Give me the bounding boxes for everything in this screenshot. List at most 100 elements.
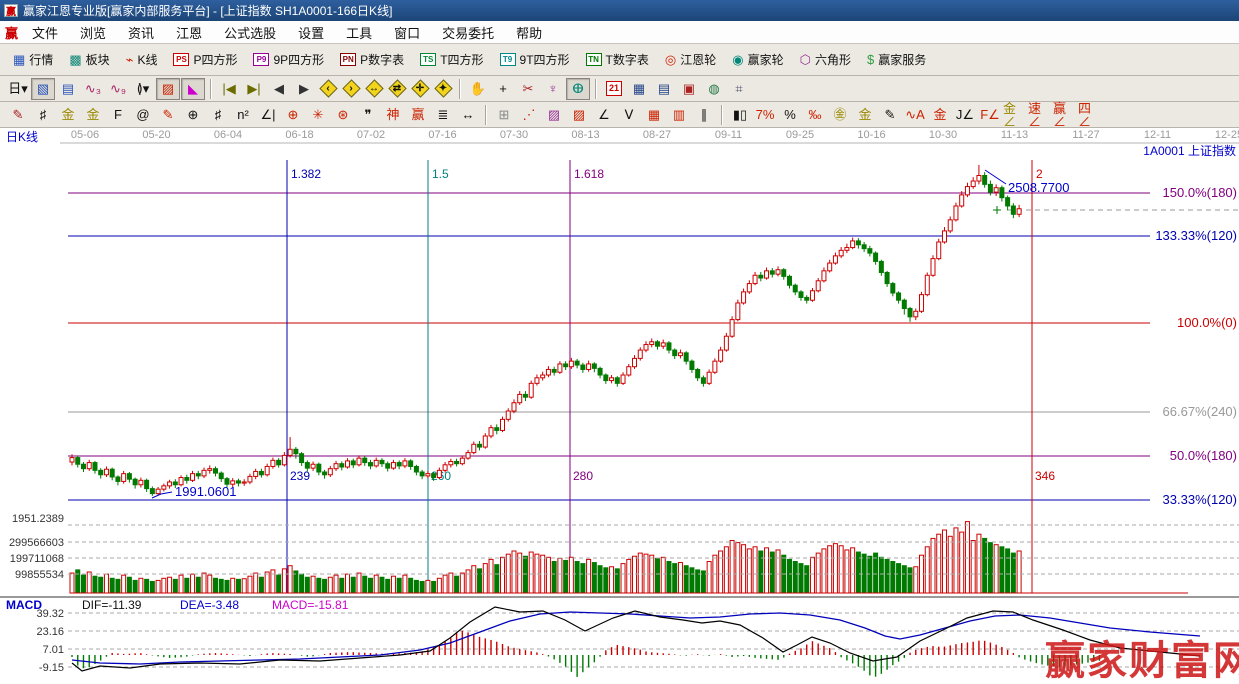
star-ray-tool[interactable]: ✳ bbox=[306, 104, 330, 126]
gold-lines-tool[interactable]: 金 bbox=[853, 104, 877, 126]
pen-red-tool[interactable]: ✎ bbox=[156, 104, 180, 126]
t-digit-table-button[interactable]: TNT数字表 bbox=[579, 48, 656, 71]
n-square-tool[interactable]: n² bbox=[231, 104, 255, 126]
angle-mirror-tool[interactable]: ∠| bbox=[256, 104, 280, 126]
measure-tool[interactable]: ✂ bbox=[516, 78, 540, 100]
h-expand-button[interactable]: ↔ bbox=[363, 78, 385, 100]
angle-lines-tool[interactable]: ∠ bbox=[592, 104, 616, 126]
web-tool[interactable]: ⊛ bbox=[331, 104, 355, 126]
menu-item-7[interactable]: 窗口 bbox=[384, 21, 430, 44]
ying-angle-tool[interactable]: 赢∠ bbox=[1053, 104, 1077, 126]
column-stat-tool[interactable]: ▮▯ bbox=[728, 104, 752, 126]
gold-angle-tool[interactable]: 金∠ bbox=[1003, 104, 1027, 126]
pen-tool[interactable]: ✎ bbox=[6, 104, 30, 126]
net-tool[interactable]: ♆ bbox=[541, 78, 565, 100]
9t-square-button[interactable]: T99T四方形 bbox=[493, 48, 577, 71]
service-button[interactable]: $赢家服务 bbox=[860, 48, 933, 71]
date-tick-label: 10-16 bbox=[857, 129, 885, 141]
price-volume-button[interactable]: ◣ bbox=[181, 78, 205, 100]
fan-tool[interactable]: ⋰ bbox=[517, 104, 541, 126]
menu-item-8[interactable]: 交易委托 bbox=[432, 21, 504, 44]
t-square-button[interactable]: TST四方形 bbox=[413, 48, 490, 71]
period-selector[interactable]: 日▾ bbox=[6, 78, 30, 100]
seven-percent-tool[interactable]: 7% bbox=[753, 104, 777, 126]
wave3-button[interactable]: ∿₃ bbox=[81, 78, 105, 100]
chart-area[interactable]: 05-0605-2006-0406-1807-0207-1607-3008-13… bbox=[0, 128, 1239, 684]
notes-button[interactable]: ▤ bbox=[652, 78, 676, 100]
shen-tool[interactable]: 神 bbox=[381, 104, 405, 126]
ying-tool[interactable]: 赢 bbox=[406, 104, 430, 126]
9p-square-button[interactable]: P99P四方形 bbox=[246, 48, 331, 71]
percent-lines-tool[interactable]: ‰ bbox=[803, 104, 827, 126]
ruler-tool[interactable]: ≣ bbox=[431, 104, 455, 126]
menu-item-0[interactable]: 文件 bbox=[22, 21, 68, 44]
crosshair-tool[interactable]: + bbox=[491, 78, 515, 100]
su-angle-tool[interactable]: 速∠ bbox=[1028, 104, 1052, 126]
gold-circle-tool[interactable]: ㊎ bbox=[828, 104, 852, 126]
circle-cross-tool[interactable]: ⊕ bbox=[281, 104, 305, 126]
hexagon-button[interactable]: ⬡六角形 bbox=[793, 48, 858, 71]
quotes-button[interactable]: ▦行情 bbox=[6, 48, 60, 71]
chart-layout-button[interactable]: ▧ bbox=[31, 78, 55, 100]
wave9-button[interactable]: ∿₉ bbox=[106, 78, 130, 100]
gann-gold-square-tool[interactable]: 金 bbox=[56, 104, 80, 126]
wave-a-tool[interactable]: ∿A bbox=[903, 104, 927, 126]
calendar-button[interactable]: 21 bbox=[602, 78, 626, 100]
menu-item-4[interactable]: 公式选股 bbox=[214, 21, 286, 44]
f-angle-tool[interactable]: F∠ bbox=[978, 104, 1002, 126]
red-grid-tool[interactable]: ▦ bbox=[642, 104, 666, 126]
sectors-button[interactable]: ▩板块 bbox=[62, 48, 116, 71]
first-bar-button[interactable]: |◀ bbox=[217, 78, 241, 100]
parallel-lines-tool[interactable]: ∥ bbox=[692, 104, 716, 126]
pan-right-button[interactable]: › bbox=[340, 78, 362, 100]
mind-tool[interactable]: ⴲ bbox=[566, 78, 590, 100]
volume-bar bbox=[489, 559, 493, 593]
calculator-button[interactable]: ▦ bbox=[627, 78, 651, 100]
v-compress-button[interactable]: ✦ bbox=[432, 78, 454, 100]
drawing-toolbar: ✎♯金金F@✎⊕♯n²∠|⊕✳⊛❞神赢≣↔⊞⋰▨▨∠Ⅴ▦▥∥▮▯7%%‰㊎金✎∿… bbox=[0, 102, 1239, 128]
candle-style-selector[interactable]: ≬▾ bbox=[131, 78, 155, 100]
kline-chart[interactable]: 05-0605-2006-0406-1807-0207-1607-3008-13… bbox=[0, 128, 1239, 684]
gold-underline-tool[interactable]: 金 bbox=[928, 104, 952, 126]
percent-tool[interactable]: % bbox=[778, 104, 802, 126]
info-button[interactable]: ▤ bbox=[56, 78, 80, 100]
spiral-tool[interactable]: @ bbox=[131, 104, 155, 126]
p-digit-table-button[interactable]: PNP数字表 bbox=[333, 48, 411, 71]
menu-item-2[interactable]: 资讯 bbox=[118, 21, 164, 44]
menu-item-1[interactable]: 浏览 bbox=[70, 21, 116, 44]
menu-item-3[interactable]: 江恩 bbox=[166, 21, 212, 44]
menu-item-5[interactable]: 设置 bbox=[288, 21, 334, 44]
red-grid2-tool[interactable]: ▥ bbox=[667, 104, 691, 126]
h-compress-button[interactable]: ⇄ bbox=[386, 78, 408, 100]
kline-button[interactable]: ⌁K线 bbox=[119, 48, 165, 71]
v-expand-button[interactable]: ✛ bbox=[409, 78, 431, 100]
next-bar-button[interactable]: ▶ bbox=[292, 78, 316, 100]
fan-box-tool[interactable]: ▨ bbox=[542, 104, 566, 126]
gann-gold-square2-tool[interactable]: 金 bbox=[81, 104, 105, 126]
grid-lines-tool[interactable]: ♯ bbox=[31, 104, 55, 126]
box-tool[interactable]: ⊞ bbox=[492, 104, 516, 126]
v-lines-tool[interactable]: Ⅴ bbox=[617, 104, 641, 126]
pen-bars-tool[interactable]: ✎ bbox=[878, 104, 902, 126]
winner-wheel-button[interactable]: ◉赢家轮 bbox=[725, 48, 790, 71]
menu-item-9[interactable]: 帮助 bbox=[506, 21, 552, 44]
network-button[interactable]: ◍ bbox=[702, 78, 726, 100]
hand-tool[interactable]: ✋ bbox=[466, 78, 490, 100]
pan-left-button[interactable]: ‹ bbox=[317, 78, 339, 100]
width-arrow-tool[interactable]: ↔ bbox=[456, 104, 480, 126]
time-cycle-tool[interactable]: ⊕ bbox=[181, 104, 205, 126]
fan-box-red-tool[interactable]: ▨ bbox=[567, 104, 591, 126]
p-square-button[interactable]: PSP四方形 bbox=[166, 48, 244, 71]
pattern-button[interactable]: ▨ bbox=[156, 78, 180, 100]
gann-wheel-button[interactable]: ◎江恩轮 bbox=[658, 48, 723, 71]
density-tool[interactable]: ♯ bbox=[206, 104, 230, 126]
quote-mark-tool[interactable]: ❞ bbox=[356, 104, 380, 126]
prev-bar-button[interactable]: ◀ bbox=[267, 78, 291, 100]
last-bar-button[interactable]: ▶| bbox=[242, 78, 266, 100]
workstation-button[interactable]: ⌗ bbox=[727, 78, 751, 100]
j-angle-tool[interactable]: J∠ bbox=[953, 104, 977, 126]
save-button[interactable]: ▣ bbox=[677, 78, 701, 100]
menu-item-6[interactable]: 工具 bbox=[336, 21, 382, 44]
f-tool[interactable]: F bbox=[106, 104, 130, 126]
si-angle-tool[interactable]: 四∠ bbox=[1078, 104, 1102, 126]
